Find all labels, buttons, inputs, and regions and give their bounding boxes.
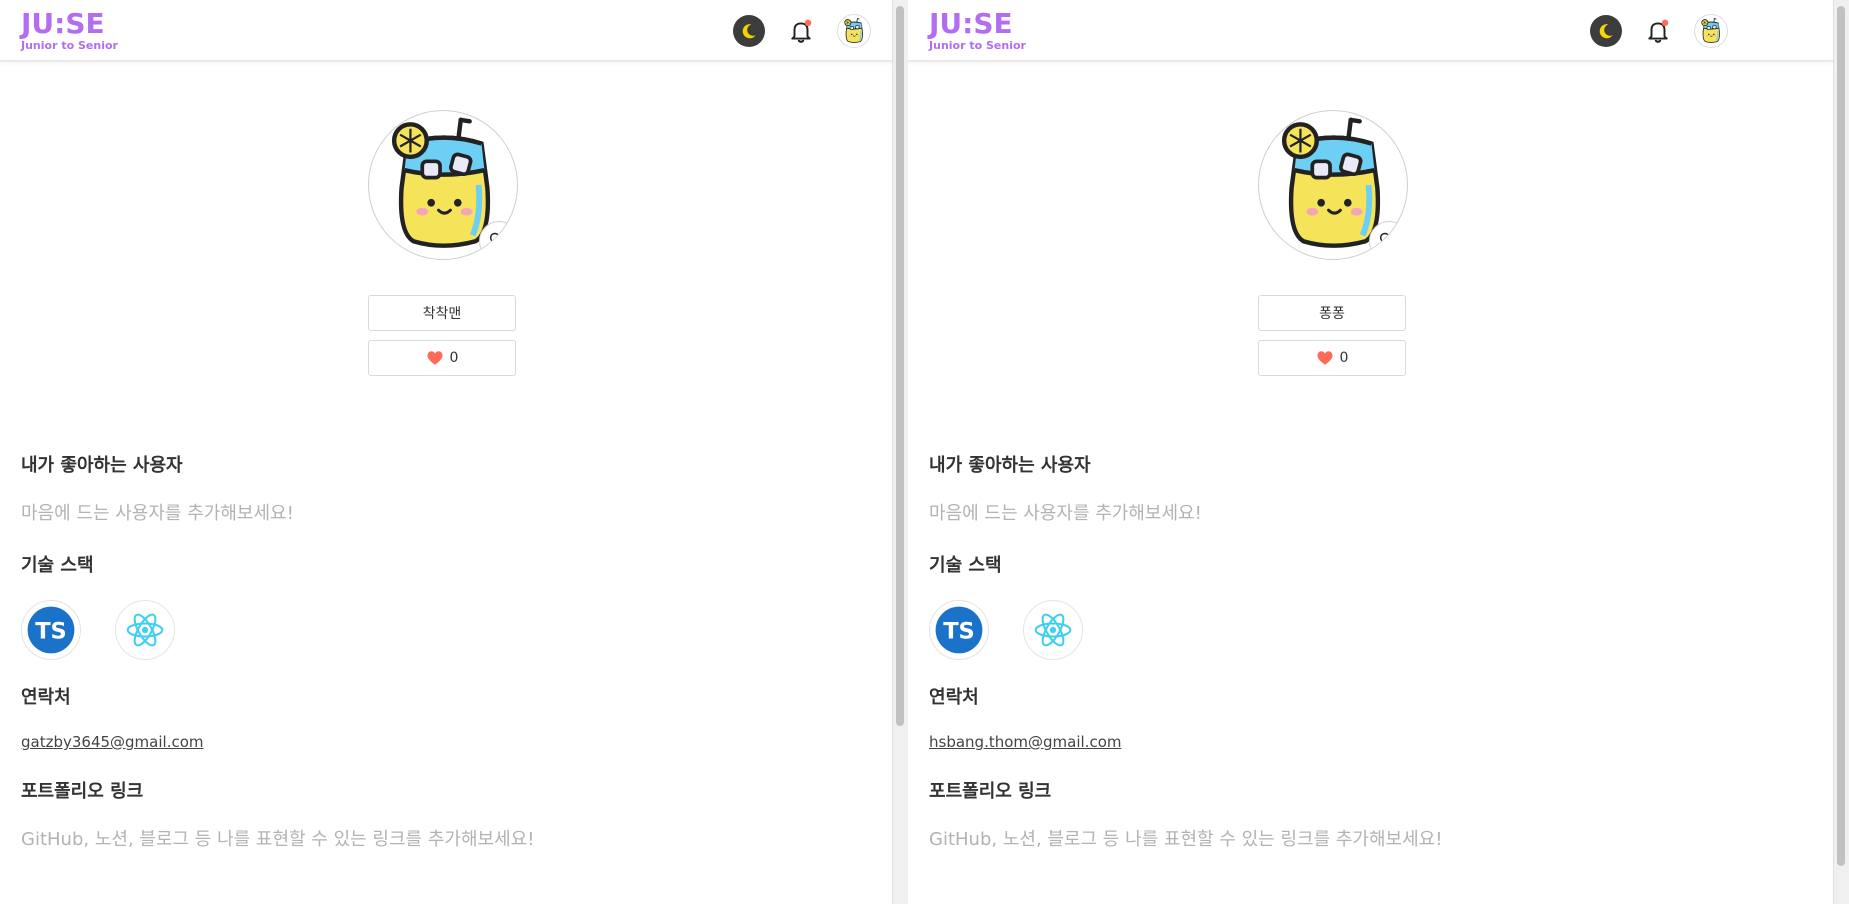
theme-toggle-button[interactable] [733, 15, 765, 47]
section-title: 내가 좋아하는 사용자 [929, 455, 1091, 476]
user-menu-avatar[interactable] [1694, 14, 1729, 48]
logo-subtitle: Junior to Senior [21, 39, 118, 52]
heart-filled-icon [1316, 349, 1334, 367]
notifications-button[interactable] [1642, 15, 1674, 47]
portfolio-placeholder: GitHub, 노션, 블로그 등 나를 표현할 수 있는 링크를 추가해보세요… [929, 829, 1443, 850]
scrollbar-thumb[interactable] [1837, 6, 1846, 866]
profile-summary: 착착맨 0 [368, 110, 518, 376]
like-user-button[interactable] [479, 221, 517, 259]
section-title: 기술 스택 [929, 555, 1002, 576]
contact-section: 연락처 gatzby3645@gmail.com [21, 684, 861, 754]
typescript-icon [25, 604, 77, 656]
profile-avatar [1258, 110, 1409, 260]
profile-pane-right: JU:SE Junior to Senior 퐁퐁 0 내가 좋아하는 사용자 … [908, 0, 1834, 904]
logo[interactable]: JU:SE Junior to Senior [21, 9, 118, 52]
likes-count: 0 [449, 350, 459, 366]
heart-outline-icon [489, 231, 509, 251]
liked-users-placeholder: 마음에 드는 사용자를 추가해보세요! [929, 503, 1202, 524]
tech-stack-item[interactable] [929, 600, 990, 660]
user-menu-avatar[interactable] [837, 14, 871, 48]
right-pane-scrollbar[interactable] [1833, 0, 1849, 904]
tech-stack-item[interactable] [1023, 600, 1084, 660]
nickname-display: 퐁퐁 [1258, 295, 1407, 331]
bell-icon [1645, 18, 1671, 44]
theme-toggle-button[interactable] [1590, 15, 1623, 47]
liked-users-section: 내가 좋아하는 사용자 마음에 드는 사용자를 추가해보세요! [929, 452, 1769, 528]
logo-subtitle: Junior to Senior [929, 39, 1026, 52]
liked-users-section: 내가 좋아하는 사용자 마음에 드는 사용자를 추가해보세요! [21, 452, 861, 528]
section-title: 연락처 [21, 687, 71, 708]
profile-summary: 퐁퐁 0 [1258, 110, 1409, 376]
notifications-button[interactable] [785, 15, 817, 47]
tech-stack-list [21, 600, 861, 660]
tech-stack-item[interactable] [115, 600, 175, 660]
tech-stack-section: 기술 스택 [21, 552, 861, 660]
logo[interactable]: JU:SE Junior to Senior [929, 9, 1026, 52]
liked-users-placeholder: 마음에 드는 사용자를 추가해보세요! [21, 503, 294, 524]
likes-count-display: 0 [368, 340, 516, 376]
profile-avatar [368, 110, 518, 260]
contact-email-link[interactable]: hsbang.thom@gmail.com [929, 730, 1121, 754]
section-title: 포트폴리오 링크 [929, 781, 1052, 802]
tech-stack-item[interactable] [21, 600, 81, 660]
tech-stack-section: 기술 스택 [929, 552, 1769, 660]
top-navigation-bar: JU:SE Junior to Senior [908, 0, 1834, 62]
profile-pane-left: JU:SE Junior to Senior 착착맨 0 내가 좋아하는 사용자… [0, 0, 893, 904]
browser-screen: JU:SE Junior to Senior 착착맨 0 내가 좋아하는 사용자… [0, 0, 1849, 904]
top-right-actions [733, 14, 871, 48]
profile-sections: 내가 좋아하는 사용자 마음에 드는 사용자를 추가해보세요! 기술 스택 연락… [929, 452, 1769, 878]
section-title: 내가 좋아하는 사용자 [21, 455, 183, 476]
likes-count: 0 [1339, 350, 1349, 366]
tech-stack-list [929, 600, 1769, 660]
left-pane-scrollbar[interactable] [892, 0, 909, 904]
contact-email-link[interactable]: gatzby3645@gmail.com [21, 730, 204, 754]
lemonade-avatar-icon [1697, 17, 1725, 45]
portfolio-section: 포트폴리오 링크 GitHub, 노션, 블로그 등 나를 표현할 수 있는 링… [21, 778, 861, 854]
scrollbar-thumb[interactable] [896, 6, 905, 726]
typescript-icon [933, 604, 985, 656]
nickname-display: 착착맨 [368, 295, 516, 331]
moon-icon [1596, 21, 1616, 41]
react-icon [1027, 604, 1079, 656]
section-title: 기술 스택 [21, 555, 94, 576]
react-icon [119, 604, 171, 656]
top-right-actions [1590, 14, 1729, 48]
top-navigation-bar: JU:SE Junior to Senior [0, 0, 893, 62]
section-title: 포트폴리오 링크 [21, 781, 144, 802]
logo-title: JU:SE [21, 7, 105, 40]
moon-icon [739, 21, 759, 41]
lemonade-avatar-icon [840, 17, 868, 45]
logo-title: JU:SE [929, 7, 1013, 40]
portfolio-section: 포트폴리오 링크 GitHub, 노션, 블로그 등 나를 표현할 수 있는 링… [929, 778, 1769, 854]
heart-filled-icon [426, 349, 444, 367]
contact-section: 연락처 hsbang.thom@gmail.com [929, 684, 1769, 754]
portfolio-placeholder: GitHub, 노션, 블로그 등 나를 표현할 수 있는 링크를 추가해보세요… [21, 829, 535, 850]
likes-count-display: 0 [1258, 340, 1407, 376]
heart-outline-icon [1379, 231, 1399, 251]
like-user-button[interactable] [1369, 221, 1408, 259]
section-title: 연락처 [929, 687, 979, 708]
profile-sections: 내가 좋아하는 사용자 마음에 드는 사용자를 추가해보세요! 기술 스택 연락… [21, 452, 861, 878]
bell-icon [788, 18, 814, 44]
